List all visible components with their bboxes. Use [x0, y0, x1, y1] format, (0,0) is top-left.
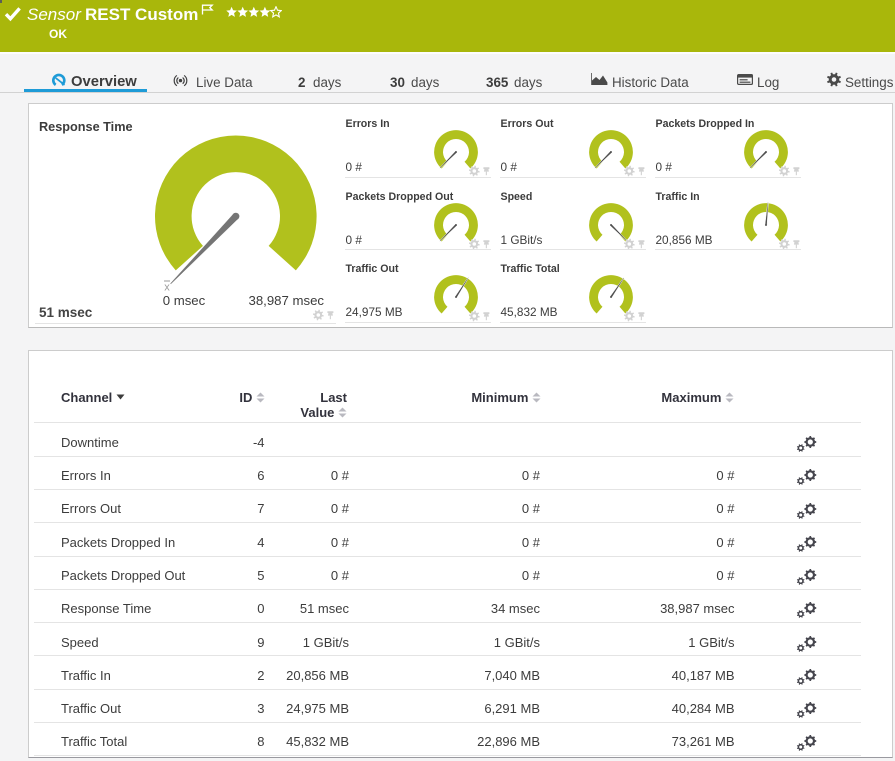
svg-text:x: x [164, 282, 170, 294]
